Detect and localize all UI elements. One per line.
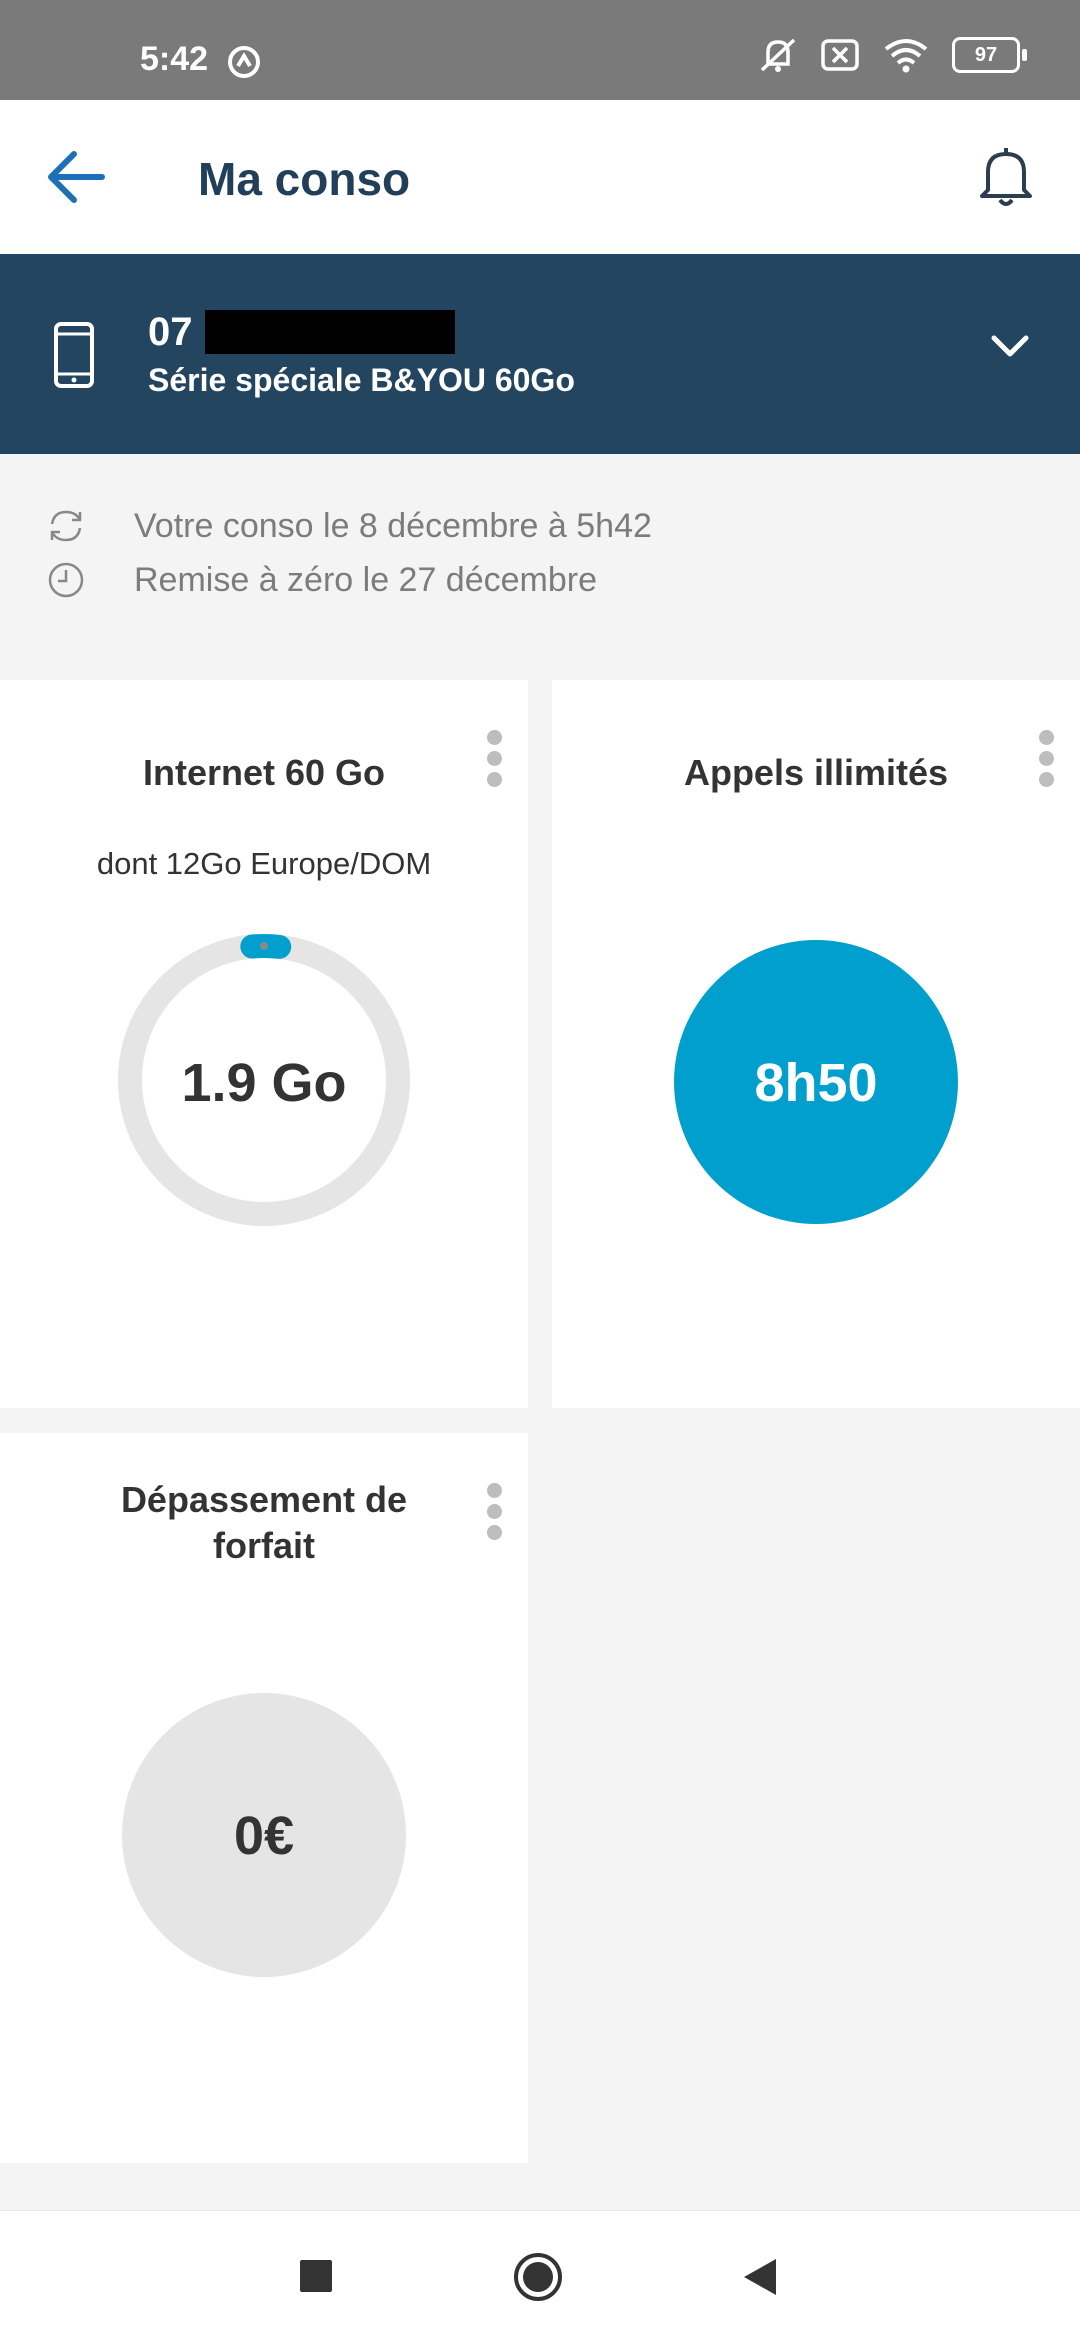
page-title: Ma conso: [198, 153, 411, 205]
usage-ring-marker: [260, 942, 268, 950]
status-bar: 5:42 97: [0, 0, 1080, 100]
refresh-icon: [50, 510, 82, 542]
bell-icon[interactable]: [970, 140, 1042, 212]
calls-usage-value: 8h50: [754, 1053, 878, 1113]
info-reset: Remise à zéro le 27 décembre: [46, 560, 597, 600]
chevron-down-icon[interactable]: [988, 332, 1032, 362]
wifi-icon: [884, 39, 928, 73]
battery-icon: 97: [952, 37, 1027, 73]
system-nav-bar: [0, 2210, 1080, 2341]
line-number: 07: [148, 310, 193, 354]
overage-card-menu-icon[interactable]: [484, 1483, 504, 1547]
redacted-number: [205, 310, 455, 354]
line-offer: Série spéciale B&YOU 60Go: [148, 362, 575, 398]
smartphone-icon: [54, 322, 94, 388]
overage-card-title: Dépassement de forfait: [120, 1479, 408, 1566]
internet-card-title: Internet 60 Go: [142, 752, 386, 793]
back-arrow-icon[interactable]: [40, 142, 110, 212]
info-updated-text: Votre conso le 8 décembre à 5h42: [134, 506, 652, 545]
status-time: 5:42: [140, 40, 209, 78]
vpn-icon: [228, 46, 260, 78]
no-sim-icon: [821, 39, 859, 71]
mute-icon: [760, 38, 796, 72]
calls-card-menu-icon[interactable]: [1036, 730, 1056, 794]
app-bar: Ma conso: [0, 100, 1080, 254]
calls-card-title: Appels illimités: [683, 752, 949, 793]
clock-icon: [48, 562, 84, 598]
calls-card[interactable]: Appels illimités 8h50: [552, 680, 1080, 1408]
overage-card[interactable]: Dépassement de forfait 0€: [0, 1433, 528, 2163]
internet-card-menu-icon[interactable]: [484, 730, 504, 794]
square-icon[interactable]: [300, 2260, 332, 2292]
back-triangle-icon[interactable]: [742, 2257, 778, 2297]
consumption-info: Votre conso le 8 décembre à 5h42 Remise …: [0, 454, 1080, 678]
info-reset-text: Remise à zéro le 27 décembre: [134, 560, 598, 599]
overage-value: 0€: [233, 1806, 295, 1866]
internet-card[interactable]: Internet 60 Go dont 12Go Europe/DOM 1.9 …: [0, 680, 528, 1408]
line-selector[interactable]: 07 Série spéciale B&YOU 60Go: [0, 254, 1080, 454]
status-icons: 97: [758, 36, 1027, 74]
home-circle-icon[interactable]: [512, 2251, 564, 2303]
internet-card-subtitle: dont 12Go Europe/DOM: [96, 846, 432, 881]
internet-usage-value: 1.9 Go: [181, 1053, 347, 1113]
info-updated: Votre conso le 8 décembre à 5h42: [46, 506, 652, 546]
